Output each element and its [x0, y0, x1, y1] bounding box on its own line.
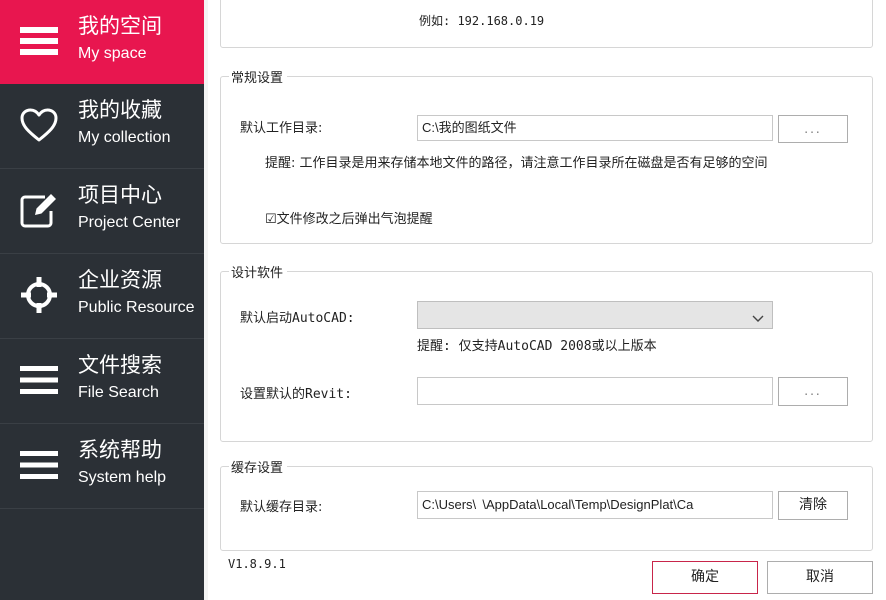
work-dir-browse-button[interactable]: ...	[778, 115, 848, 143]
general-settings-group: 常规设置 默认工作目录: C:\我的图纸文件 ... 提醒: 工作目录是用来存储…	[220, 67, 873, 244]
bubble-reminder-checkbox[interactable]: ☑文件修改之后弹出气泡提醒	[265, 208, 433, 227]
crosshair-icon	[18, 274, 60, 316]
design-software-group: 设计软件 默认启动AutoCAD: 提醒: 仅支持AutoCAD 2008或以上…	[220, 262, 873, 442]
chevron-down-icon	[752, 309, 764, 328]
sidebar-item-sublabel: File Search	[78, 384, 159, 401]
sidebar: 我的空间 My space 我的收藏 My collection 项目中心 Pr…	[0, 0, 204, 600]
menu-icon	[18, 444, 60, 486]
revit-label: 设置默认的Revit:	[240, 387, 352, 402]
cache-dir-input[interactable]: C:\Users\ \AppData\Local\Temp\DesignPlat…	[417, 491, 773, 519]
autocad-label: 默认启动AutoCAD:	[240, 311, 355, 326]
sidebar-item-label: 我的收藏	[78, 98, 162, 122]
sidebar-item-sublabel: Public Resource	[78, 299, 195, 316]
edit-icon	[18, 189, 60, 231]
work-dir-input[interactable]: C:\我的图纸文件	[417, 115, 773, 141]
sidebar-item-system-help[interactable]: 系统帮助 System help	[0, 424, 204, 509]
version-label: V1.8.9.1	[228, 557, 286, 571]
heart-icon	[18, 104, 60, 146]
autocad-version-tip: 提醒: 仅支持AutoCAD 2008或以上版本	[417, 339, 657, 354]
sidebar-item-public-resource[interactable]: 企业资源 Public Resource	[0, 254, 204, 339]
settings-panel: 例如: 192.168.0.19 常规设置 默认工作目录: C:\我的图纸文件 …	[208, 0, 886, 600]
sidebar-item-my-collection[interactable]: 我的收藏 My collection	[0, 84, 204, 169]
sidebar-item-sublabel: Project Center	[78, 214, 181, 231]
cache-dir-label: 默认缓存目录:	[240, 500, 323, 515]
revit-browse-button[interactable]: ...	[778, 377, 848, 406]
sidebar-item-sublabel: System help	[78, 469, 167, 486]
server-example-hint: 例如: 192.168.0.19	[419, 14, 545, 28]
work-dir-label: 默认工作目录:	[240, 121, 323, 136]
sidebar-item-label: 系统帮助	[78, 438, 162, 462]
cancel-button[interactable]: 取消	[767, 561, 873, 594]
sidebar-item-project-center[interactable]: 项目中心 Project Center	[0, 169, 204, 254]
autocad-select[interactable]	[417, 301, 773, 329]
clear-cache-button[interactable]: 清除	[778, 491, 848, 520]
sidebar-item-label: 我的空间	[78, 14, 162, 38]
server-group: 例如: 192.168.0.19	[220, 0, 873, 48]
sidebar-item-label: 项目中心	[78, 183, 162, 207]
sidebar-item-label: 企业资源	[78, 268, 162, 292]
menu-icon	[18, 359, 60, 401]
design-software-legend: 设计软件	[229, 262, 288, 281]
sidebar-item-my-space[interactable]: 我的空间 My space	[0, 0, 204, 84]
sidebar-item-sublabel: My space	[78, 45, 147, 62]
sidebar-item-sublabel: My collection	[78, 129, 171, 146]
revit-input[interactable]	[417, 377, 773, 405]
cache-settings-legend: 缓存设置	[229, 457, 288, 476]
sidebar-item-file-search[interactable]: 文件搜索 File Search	[0, 339, 204, 424]
general-settings-legend: 常规设置	[229, 67, 288, 86]
sidebar-item-label: 文件搜索	[78, 353, 162, 377]
menu-icon	[18, 20, 60, 62]
ok-button[interactable]: 确定	[652, 561, 758, 594]
work-dir-tip: 提醒: 工作目录是用来存储本地文件的路径，请注意工作目录所在磁盘是否有足够的空间	[265, 156, 768, 171]
cache-settings-group: 缓存设置 默认缓存目录: C:\Users\ \AppData\Local\Te…	[220, 457, 873, 551]
